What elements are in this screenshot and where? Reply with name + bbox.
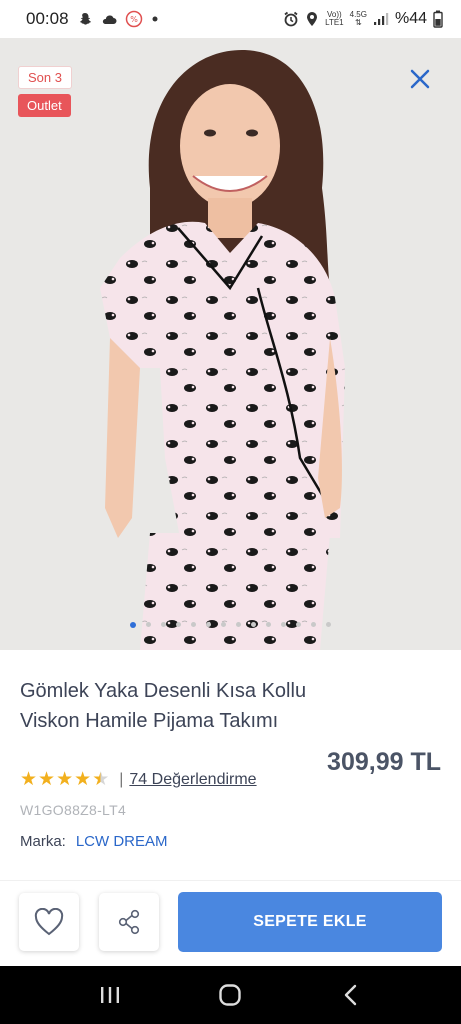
stock-badge: Son 3 (18, 66, 72, 89)
product-info: Gömlek Yaka Desenli Kısa Kollu Viskon Ha… (0, 650, 461, 880)
brand-link[interactable]: LCW DREAM (76, 833, 168, 850)
star-icon: ★ (56, 769, 74, 790)
recent-apps-button[interactable] (90, 975, 130, 1015)
outlet-badge: Outlet (18, 94, 71, 117)
star-icon: ★ (20, 769, 38, 790)
status-left: 00:08 % (26, 9, 159, 29)
back-icon (344, 984, 357, 1006)
network-label: Vo)) LTE1 (325, 11, 344, 27)
gallery-dot[interactable] (206, 622, 211, 627)
system-nav-bar (0, 966, 461, 1024)
gallery-dot[interactable] (221, 622, 226, 627)
status-time: 00:08 (26, 9, 69, 28)
star-icon: ★ (74, 769, 92, 790)
home-icon (219, 984, 242, 1006)
location-icon (305, 11, 319, 27)
product-title: Gömlek Yaka Desenli Kısa Kollu Viskon Ha… (20, 680, 307, 732)
signal-arrows: ⇅ (354, 18, 362, 27)
star-icon: ★ (38, 769, 56, 790)
back-button[interactable] (331, 975, 371, 1015)
status-bar: 00:08 % Vo)) LTE1 4.5G ⇅ %44 (0, 0, 461, 38)
gallery-dots[interactable] (0, 622, 461, 628)
share-button[interactable] (99, 893, 159, 951)
gallery-dot[interactable] (176, 622, 181, 627)
gallery-dot[interactable] (266, 622, 271, 627)
close-icon (410, 69, 430, 89)
svg-text:%: % (130, 15, 138, 24)
brand-label: Marka: (20, 833, 66, 850)
product-sku: W1GO88Z8-LT4 (20, 802, 127, 818)
rating-separator: | (119, 771, 124, 788)
product-photo (0, 38, 461, 650)
gallery-dot[interactable] (191, 622, 196, 627)
add-to-cart-button[interactable]: SEPETE EKLE (178, 892, 442, 952)
cloud-icon (101, 13, 117, 25)
signal-type: 4.5G ⇅ (350, 11, 367, 27)
gallery-dot[interactable] (296, 622, 301, 627)
status-right: Vo)) LTE1 4.5G ⇅ %44 (283, 10, 443, 28)
gallery-dot[interactable] (236, 622, 241, 627)
gallery-dot[interactable] (281, 622, 286, 627)
snapchat-icon (77, 11, 93, 27)
home-button[interactable] (210, 975, 250, 1015)
brand-row: Marka: LCW DREAM (20, 833, 168, 850)
favorite-button[interactable] (19, 893, 79, 951)
gallery-dot[interactable] (326, 622, 331, 627)
review-count-link[interactable]: 74 Değerlendirme (129, 771, 256, 789)
rating-row: ★ ★ ★ ★ ★ | 74 Değerlendirme (20, 770, 257, 790)
close-button[interactable] (407, 66, 433, 92)
heart-icon (34, 908, 64, 936)
network-bottom: LTE1 (325, 18, 344, 27)
gallery-dot[interactable] (130, 622, 136, 628)
notification-icon: % (125, 10, 143, 28)
battery-percent: %44 (394, 10, 427, 27)
recent-apps-icon (101, 987, 120, 1003)
star-icon: ★ (92, 769, 110, 790)
gallery-dot[interactable] (311, 622, 316, 627)
rating-stars: ★ ★ ★ ★ ★ (20, 770, 109, 790)
product-image-gallery[interactable]: Son 3 Outlet (0, 38, 461, 650)
signal-icon (373, 12, 389, 26)
share-icon (118, 909, 140, 935)
gallery-dot[interactable] (251, 622, 256, 627)
alarm-icon (283, 11, 299, 27)
product-price: 309,99 TL (327, 748, 441, 776)
gallery-dot[interactable] (146, 622, 151, 627)
battery-icon (433, 10, 443, 28)
gallery-dot[interactable] (161, 622, 166, 627)
action-bar: SEPETE EKLE (0, 880, 461, 966)
dot-icon (151, 15, 159, 23)
